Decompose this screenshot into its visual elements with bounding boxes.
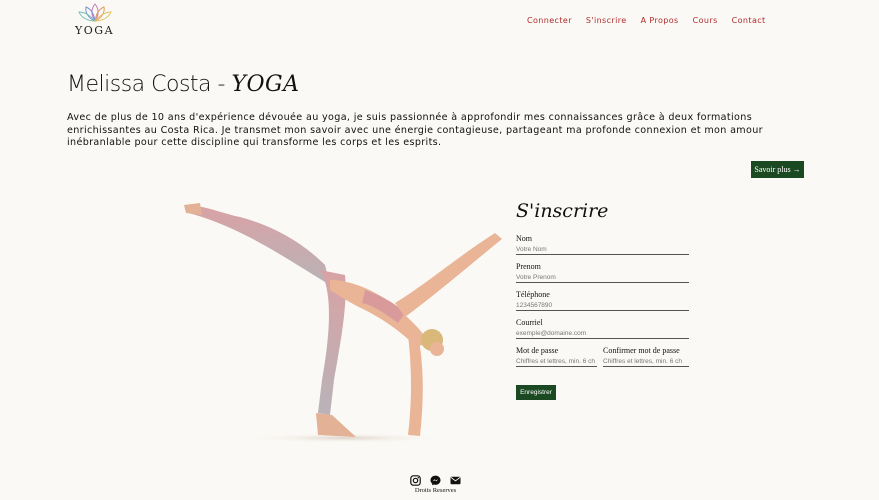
nom-label: Nom	[516, 234, 532, 243]
prenom-input[interactable]	[516, 273, 689, 283]
prenom-label: Prenom	[516, 262, 541, 271]
telephone-input[interactable]	[516, 301, 689, 311]
instagram-icon[interactable]	[410, 471, 421, 486]
password-input[interactable]	[516, 357, 597, 367]
nav-contact[interactable]: Contact	[732, 16, 766, 25]
nom-input[interactable]	[516, 245, 689, 255]
confirm-password-label: Confirmer mot de passe	[603, 346, 680, 355]
telephone-label: Téléphone	[516, 290, 550, 299]
title-accent: YOGA	[231, 72, 300, 97]
savoir-plus-button[interactable]: Savoir plus →	[751, 161, 804, 178]
logo[interactable]: YOGA	[72, 3, 118, 37]
form-title: S'inscrire	[516, 200, 609, 222]
main-nav: Connecter S'inscrire A Propos Cours Cont…	[527, 16, 766, 25]
nav-connecter[interactable]: Connecter	[527, 16, 572, 25]
messenger-icon[interactable]	[430, 471, 441, 486]
confirm-password-input[interactable]	[603, 357, 689, 367]
intro-text: Avec de plus de 10 ans d'expérience dévo…	[67, 112, 763, 148]
yoga-pose-image	[184, 203, 502, 443]
nav-sinscrire[interactable]: S'inscrire	[586, 16, 627, 25]
nav-cours[interactable]: Cours	[693, 16, 718, 25]
courriel-input[interactable]	[516, 329, 689, 339]
page-title: Melissa Costa - YOGA	[67, 72, 300, 97]
brand-name: YOGA	[75, 24, 115, 37]
lotus-icon	[78, 3, 112, 22]
nav-a-propos[interactable]: A Propos	[641, 16, 679, 25]
social-links	[410, 471, 461, 486]
enregistrer-button[interactable]: Enregistrer	[516, 385, 556, 400]
title-plain: Melissa Costa -	[67, 72, 232, 97]
footer-copyright: Droits Reserves	[414, 487, 457, 494]
mail-icon[interactable]	[450, 471, 461, 485]
password-label: Mot de passe	[516, 346, 559, 355]
courriel-label: Courriel	[516, 318, 543, 327]
